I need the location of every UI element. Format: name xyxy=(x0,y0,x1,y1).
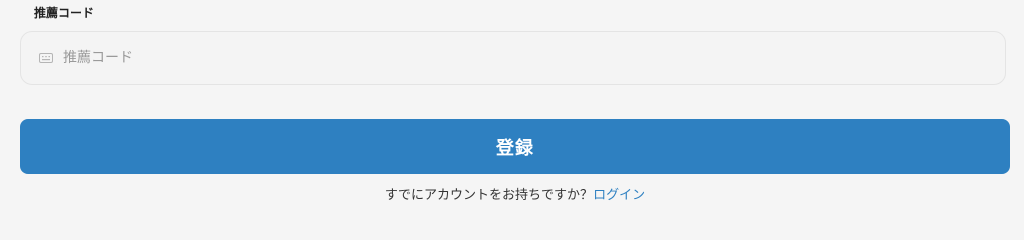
referral-code-input[interactable] xyxy=(63,32,1005,84)
login-prompt: すでにアカウントをお持ちですか？ログイン xyxy=(0,187,1024,205)
login-link[interactable]: ログイン xyxy=(593,188,645,203)
referral-code-field[interactable] xyxy=(20,31,1006,85)
keyboard-icon xyxy=(39,52,53,64)
referral-code-label: 推薦コード xyxy=(34,6,95,20)
login-prompt-text: すでにアカウントをお持ちですか？ xyxy=(384,188,594,203)
register-button[interactable]: 登録 xyxy=(20,119,1010,174)
